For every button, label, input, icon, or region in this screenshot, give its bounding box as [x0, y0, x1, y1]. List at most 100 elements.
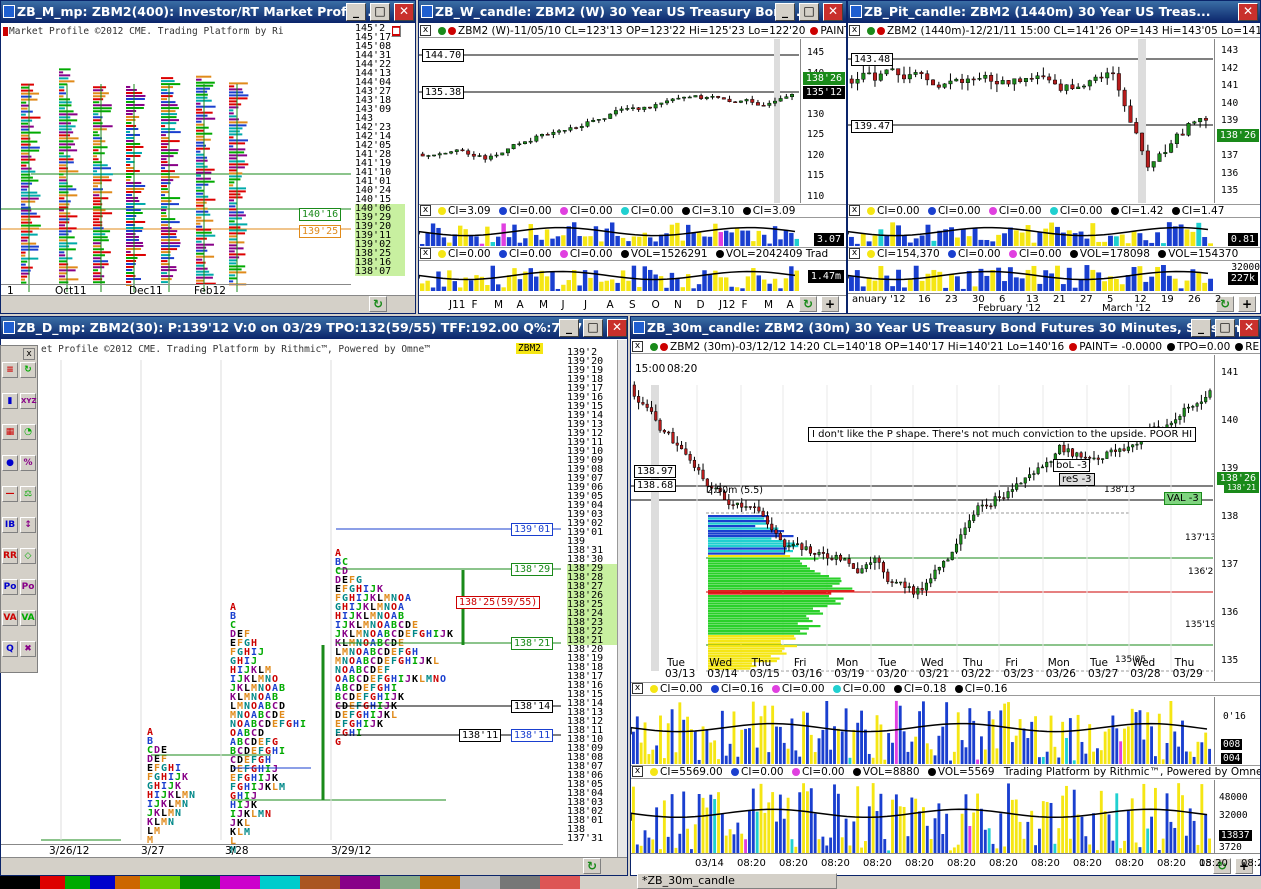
price-axis[interactable]: 143142141140139138137136135 [1214, 39, 1260, 203]
ib-icon[interactable]: IB [2, 517, 18, 533]
indicator-bar [883, 759, 887, 764]
indicator-bar [991, 843, 995, 853]
close-pane-icon[interactable]: x [849, 205, 860, 216]
taskbar-item[interactable]: *ZB_30m_candle [637, 873, 837, 889]
indicator-bar [866, 277, 872, 291]
zoom-icon[interactable]: Q [2, 641, 18, 657]
po-icon[interactable]: Po [2, 579, 18, 595]
add-icon[interactable]: + [821, 296, 839, 312]
close-button[interactable]: ✕ [607, 319, 627, 337]
intraday-ci-pane[interactable]: x CI=0.00 CI=0.16 CI=0.00 CI=0.00 CI=0.1… [631, 682, 1260, 764]
minimize-button[interactable]: _ [775, 3, 795, 21]
pit-vol-pane[interactable]: x CI=154,370 CI=0.00 CI=0.00 VOL=178098 … [848, 247, 1260, 291]
price-ladder[interactable]: 139'2 139'20 139'19 139'18 139'17 139'16 139'1… [565, 348, 617, 848]
close-pane-icon[interactable]: x [420, 25, 431, 36]
candle-body [1058, 444, 1062, 455]
profile-bar [93, 269, 99, 272]
refresh-icon[interactable]: ↻ [583, 858, 601, 874]
weekly-price-pane[interactable]: x ZBM2 (W)-11/05/10 CL=123'13 OP=123'22 H… [419, 25, 846, 203]
close-button[interactable]: ✕ [1239, 319, 1259, 337]
maximize-button[interactable]: □ [583, 319, 603, 337]
refresh-icon[interactable]: ↻ [799, 296, 817, 312]
flag-icon[interactable]: ■ [391, 25, 401, 37]
title-bar[interactable]: ZB_Pit_candle: ZBM2 (1440m) 30 Year US T… [848, 1, 1260, 23]
poc-icon[interactable]: Po [20, 579, 36, 595]
time-axis[interactable]: ↻ + anuary '12 16 23 30 6 13 21 27 5 12 19 26 2 Febru… [848, 293, 1260, 313]
refresh-icon[interactable]: ↻ [369, 296, 387, 312]
indicator-bar [734, 228, 740, 246]
indicator-bar [864, 841, 867, 853]
mp-daily-chart[interactable]: et Profile ©2012 CME. Trading Platform b… [1, 340, 563, 857]
tpo-letter: G [398, 656, 404, 667]
close-pane-icon[interactable]: x [420, 205, 431, 216]
close-pane-icon[interactable]: x [849, 25, 860, 36]
ladder-price[interactable]: 138'07 [355, 267, 405, 277]
close-pane-icon[interactable]: x [632, 341, 643, 352]
intraday-vol-pane[interactable]: x CI=5569.00 CI=0.00 CI=0.00 VOL=8880 VO… [631, 765, 1260, 853]
pit-ci-pane[interactable]: x CI=0.00 CI=0.00 CI=0.00 CI=0.00 CI=1.4… [848, 204, 1260, 246]
close-button[interactable]: ✕ [823, 3, 843, 21]
line-icon[interactable]: — [2, 486, 18, 502]
indicator-bar [1103, 811, 1107, 853]
close-pane-icon[interactable]: x [632, 683, 643, 694]
indicator-bar [956, 844, 960, 853]
minimize-button[interactable]: _ [559, 319, 579, 337]
time-tick: 03/14 [695, 858, 724, 869]
time-axis[interactable]: ↻ + 03/14 08:20 08:20 08:20 08:20 08:20 08:20 0… [631, 853, 1260, 875]
rr-icon[interactable]: RR [2, 548, 18, 564]
volume-profile-bar [708, 607, 813, 610]
mp-monthly-chart[interactable]: Market Profile ©2012 CME. Trading Platfo… [1, 24, 351, 296]
pit-price-pane[interactable]: x ZBM2 (1440m)-12/21/11 15:00 CL=141'26 O… [848, 25, 1260, 203]
list-icon[interactable]: ≡ [2, 362, 18, 378]
title-bar[interactable]: ZB_30m_candle: ZBM2 (30m) 30 Year US Tre… [631, 317, 1260, 339]
tools-icon[interactable]: ✖ [20, 641, 36, 657]
axis-tick: 136 [1221, 607, 1239, 618]
percent-icon[interactable]: % [20, 455, 36, 471]
add-icon[interactable]: + [1238, 296, 1256, 312]
indicator-bar [910, 741, 914, 764]
close-pane-icon[interactable]: x [632, 766, 643, 777]
maximize-button[interactable]: □ [370, 3, 390, 21]
xyz-icon[interactable]: XYZ [20, 393, 37, 409]
profile-bar [229, 103, 242, 106]
intraday-price-pane[interactable]: x ZBM2 (30m)-03/12/12 14:20 CL=140'18 OP=… [631, 341, 1260, 681]
pie-icon[interactable]: ◔ [20, 424, 36, 440]
va-icon[interactable]: VA [2, 610, 18, 626]
candle-body [517, 143, 522, 146]
profile-bar [161, 80, 175, 83]
range-icon[interactable]: ↕ [20, 517, 36, 533]
price-axis[interactable]: 145140135130125120115110 [800, 39, 846, 203]
profile-bar [126, 133, 140, 136]
maximize-button[interactable]: □ [1215, 319, 1235, 337]
candle-body [1186, 406, 1191, 409]
close-pane-icon[interactable]: x [849, 248, 860, 259]
bars-icon[interactable]: ▮ [2, 393, 18, 409]
toolbar-close[interactable]: x [23, 348, 35, 360]
vavo-icon[interactable]: VA [20, 610, 36, 626]
grid-icon[interactable]: ▦ [2, 424, 18, 440]
level-tag: 138'21 [511, 637, 554, 650]
tpo-letter: N [265, 809, 271, 820]
price-axis[interactable]: 141 140 139 138 137 136 135 [1214, 355, 1260, 681]
weekly-vol-pane[interactable]: x CI=0.00 CI=0.00 CI=0.00 VOL=1526291 VO… [419, 247, 846, 291]
close-pane-icon[interactable]: x [420, 248, 431, 259]
refresh-icon[interactable]: ↻ [20, 362, 36, 378]
candle-body [1208, 390, 1212, 398]
price-ladder[interactable]: 145'2 145'17 145'08 144'31 144'22 144'13 144'0… [353, 24, 405, 296]
indicator-bar [697, 794, 701, 853]
ladder-price[interactable]: 137'31 [567, 834, 617, 844]
title-bar[interactable]: ZB_D_mp: ZBM2(30): P:139'12 V:0 on 03/29… [1, 317, 627, 339]
ladder-scrollbar[interactable] [617, 340, 627, 857]
weekly-ci-pane[interactable]: x CI=3.09 CI=0.00 CI=0.00 CI=0.00 CI=3.1… [419, 204, 846, 246]
scale-icon[interactable]: ⚖ [20, 486, 36, 502]
tpo-letter: M [279, 782, 285, 793]
color-icon[interactable]: ● [2, 455, 18, 471]
close-button[interactable]: ✕ [1238, 3, 1258, 21]
time-axis[interactable]: ↻ + J11 F M A M J J A S O N D J12 F M A [419, 295, 846, 313]
minimize-button[interactable]: _ [346, 3, 366, 21]
close-button[interactable]: ✕ [394, 3, 414, 21]
minimize-button[interactable]: _ [1191, 319, 1211, 337]
diamond-icon[interactable]: ◇ [20, 548, 36, 564]
maximize-button[interactable]: □ [799, 3, 819, 21]
annotation-note[interactable]: I don't like the P shape. There's not mu… [808, 427, 1197, 442]
